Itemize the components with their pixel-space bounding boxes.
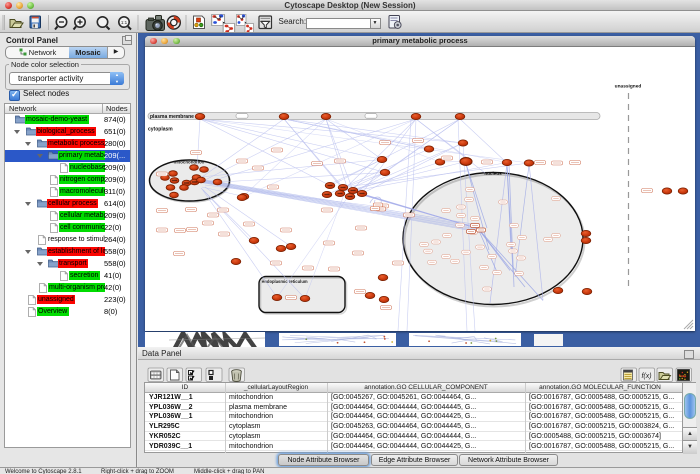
svg-text:endoplasmic reticulum: endoplasmic reticulum [262,279,308,284]
svg-text:f(x): f(x) [641,373,651,380]
svg-text:nucleus: nucleus [484,171,502,176]
svg-text:plasma membrane: plasma membrane [150,114,194,120]
svg-text:mitochondrion: mitochondrion [174,159,205,164]
svg-text:cytoplasm: cytoplasm [148,126,173,132]
svg-text:1:1: 1:1 [121,20,128,25]
svg-text:unassigned: unassigned [615,83,642,89]
